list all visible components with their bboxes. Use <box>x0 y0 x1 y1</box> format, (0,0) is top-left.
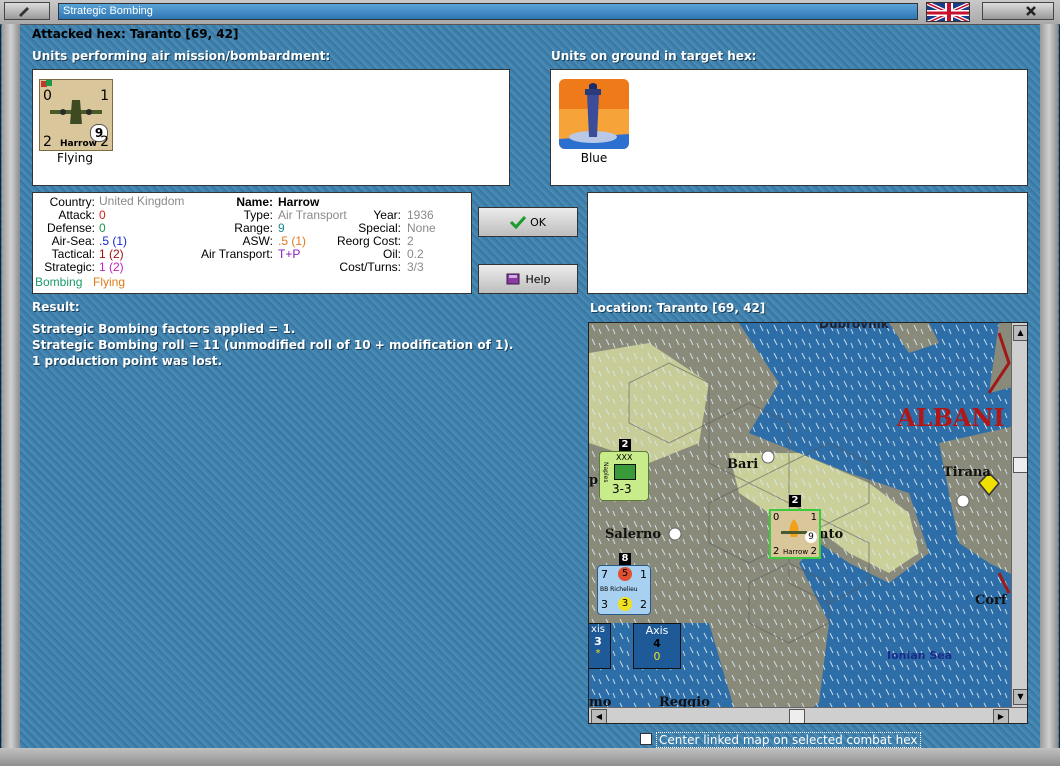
result-label: Result: <box>32 300 80 314</box>
checkmark-icon <box>510 215 527 229</box>
ship-tr: 1 <box>640 568 647 581</box>
airtransport-value: T+P <box>278 247 301 261</box>
ground-units-panel: Blue <box>550 69 1028 186</box>
window-title: Strategic Bombing <box>58 3 918 20</box>
map-label-corfu: Corf <box>975 593 1007 608</box>
cost-value: 3/3 <box>407 260 424 274</box>
air-units-label: Units performing air mission/bombardment… <box>32 49 331 63</box>
help-label: Help <box>525 272 551 286</box>
strength-value: 2 <box>100 134 109 150</box>
unit-details-panel: Country: United Kingdom Attack: 0 Defens… <box>32 192 472 294</box>
stack-count: 8 <box>619 553 631 565</box>
defense-value: 2 <box>43 134 52 150</box>
ground-unit-blue[interactable] <box>559 79 629 149</box>
scroll-up-arrow-icon[interactable]: ▲ <box>1013 325 1027 341</box>
notes-panel <box>587 192 1028 294</box>
map-label-dubrovnik: Dubrovnik <box>819 322 889 331</box>
army-counter[interactable]: XXX Naples 3-3 <box>599 451 649 501</box>
flying-tag: Flying <box>93 275 126 289</box>
stack-count: 2 <box>789 495 801 507</box>
axis-label: xis <box>591 624 605 635</box>
ship-bl: 3 <box>601 598 608 611</box>
center-map-label[interactable]: Center linked map on selected combat hex <box>656 732 921 748</box>
uk-flag-icon <box>926 2 970 22</box>
unit-counter-harrow[interactable]: 0 1 9 2 Harrow 2 <box>39 79 113 151</box>
scroll-left-arrow-icon[interactable]: ◀ <box>591 709 607 723</box>
ship-mid2: 3 <box>618 597 632 611</box>
ground-units-label: Units on ground in target hex: <box>551 49 757 63</box>
bomber-counter[interactable]: 0 1 9 2 Harrow 2 <box>769 509 821 559</box>
ship-tl: 7 <box>601 568 608 581</box>
axis-box[interactable]: Axis 4 0 <box>633 623 681 669</box>
counter-badge: 9 <box>805 531 817 543</box>
scroll-right-arrow-icon[interactable]: ▶ <box>993 709 1009 723</box>
airtransport-label: Air Transport: <box>200 247 273 261</box>
axis-sub: 0 <box>653 650 661 663</box>
ship-br: 2 <box>640 598 647 611</box>
bottom-frame <box>0 748 1060 766</box>
air-units-panel: 0 1 9 2 Harrow 2 Flying <box>32 69 510 186</box>
help-button[interactable]: Help <box>478 264 578 294</box>
close-button[interactable] <box>982 2 1054 20</box>
title-bar: Strategic Bombing <box>0 0 1060 25</box>
green-marker-icon <box>46 80 52 86</box>
cost-label: Cost/Turns: <box>339 260 401 274</box>
close-icon <box>1026 6 1036 16</box>
stack-count: 2 <box>619 439 631 451</box>
counter-bl: 2 <box>773 546 780 557</box>
army-size: XXX <box>616 453 633 462</box>
ship-counter[interactable]: 7 5 1 BB Richelieu 3 3 2 <box>597 565 651 615</box>
result-line: Strategic Bombing factors applied = 1. <box>32 322 296 336</box>
location-label: Location: Taranto [69, 42] <box>590 301 766 315</box>
horizontal-scroll-thumb[interactable] <box>789 709 805 723</box>
counter-br: 2 <box>810 546 817 557</box>
army-strength: 3-3 <box>612 482 632 496</box>
vertical-scroll-thumb[interactable] <box>1013 457 1027 473</box>
map-label-salerno: Salerno <box>605 527 661 542</box>
map-label-ionian-sea: Ionian Sea <box>887 649 953 662</box>
attacked-hex-label: Attacked hex: Taranto [69, 42] <box>32 27 239 41</box>
system-menu-button[interactable] <box>4 2 50 20</box>
bombing-tag: Bombing <box>35 275 83 289</box>
map-label-bari: Bari <box>727 457 759 472</box>
map-label-albania: ALBANI <box>897 403 1005 432</box>
ground-unit-caption: Blue <box>580 151 608 165</box>
axis-label: Axis <box>645 624 669 637</box>
counter-tr: 1 <box>810 512 817 523</box>
counter-name: Harrow <box>783 548 809 556</box>
scroll-down-arrow-icon[interactable]: ▼ <box>1013 689 1027 705</box>
map-label-taranto: nto <box>819 527 844 542</box>
army-name: Naples <box>602 462 609 483</box>
help-book-icon <box>506 273 520 285</box>
unit-name: Harrow <box>60 139 97 149</box>
center-map-checkbox[interactable] <box>640 733 652 745</box>
result-line: 1 production point was lost. <box>32 354 223 368</box>
map-label-tirana: Tirana <box>943 465 991 480</box>
strategic-value: 1 (2) <box>99 260 124 274</box>
infantry-symbol-icon <box>614 464 636 480</box>
lighthouse-icon <box>559 79 629 149</box>
result-line: Strategic Bombing roll = 11 (unmodified … <box>32 338 514 352</box>
unit-caption: Flying <box>57 151 93 165</box>
minimize-icon <box>19 7 29 17</box>
ship-mid: 5 <box>618 567 632 581</box>
location-map[interactable]: Dubrovnik ALBANI Bari Tirana Salerno pl … <box>588 322 1028 724</box>
left-frame <box>2 24 20 748</box>
ok-button[interactable]: OK <box>478 207 578 237</box>
axis-value: 3 <box>594 635 602 648</box>
horizontal-scrollbar[interactable]: ◀ ▶ <box>589 707 1027 723</box>
bomber-plane-icon <box>50 100 102 124</box>
ok-label: OK <box>530 215 546 229</box>
axis-sub: * <box>595 648 601 659</box>
strategic-label: Strategic: <box>44 260 95 274</box>
axis-box[interactable]: xis 3 * <box>589 623 611 669</box>
ship-name: BB Richelieu <box>600 586 638 593</box>
axis-value: 4 <box>653 637 661 650</box>
country-value: United Kingdom <box>99 194 185 208</box>
right-frame <box>1040 24 1058 748</box>
vertical-scrollbar[interactable]: ▲ ▼ <box>1011 323 1027 707</box>
